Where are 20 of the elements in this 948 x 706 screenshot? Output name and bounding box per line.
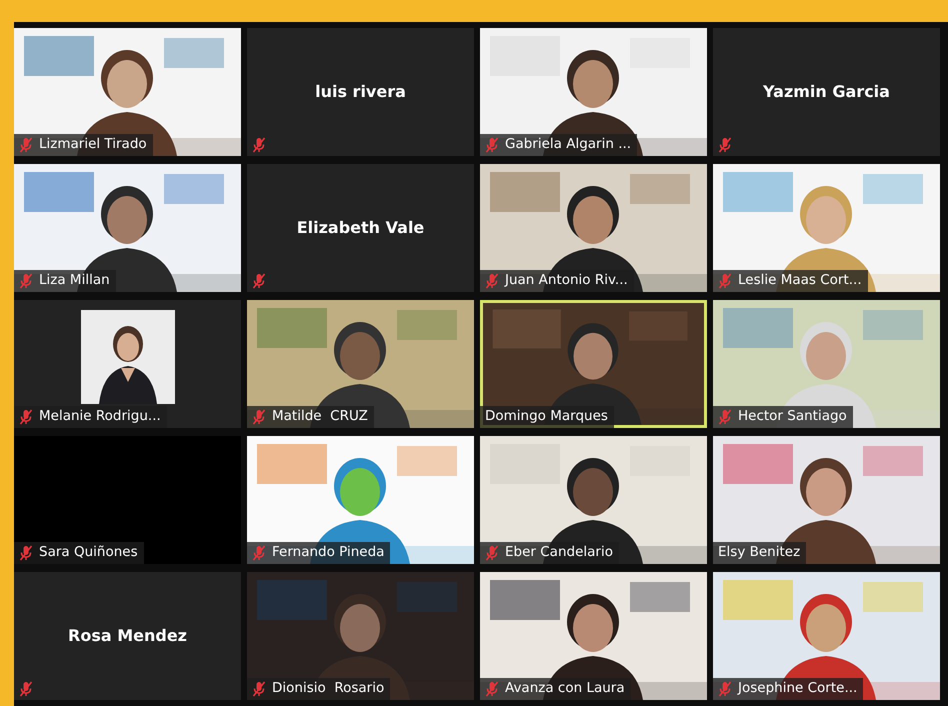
participant-name: luis rivera (315, 82, 406, 100)
participant-name: Elizabeth Vale (296, 218, 424, 236)
participant-name: Yazmin Garcia (763, 82, 890, 100)
participant-name: Gabriela Algarin ... (505, 136, 632, 153)
participant-name: Melanie Rodrigu... (39, 408, 161, 425)
participant-name: Leslie Maas Cort... (738, 272, 862, 289)
participant-name: Lizmariel Tirado (39, 136, 147, 153)
participant-name: Avanza con Laura (505, 680, 625, 697)
participant-name: Eber Candelario (505, 544, 613, 561)
participant-name: Hector Santiago (738, 408, 847, 425)
participant-name: Josephine Corte... (738, 680, 858, 697)
participant-name: Matilde CRUZ (272, 408, 368, 425)
participant-name: Elsy Benitez (718, 544, 800, 561)
participant-name: Fernando Pineda (272, 544, 384, 561)
participant-name: Domingo Marques (485, 408, 608, 425)
participant-name: Rosa Mendez (68, 626, 187, 644)
participant-name: Dionisio Rosario (272, 680, 384, 697)
participant-name: Sara Quiñones (39, 544, 138, 561)
participant-name: Juan Antonio Riv... (505, 272, 628, 289)
participant-name: Liza Millan (39, 272, 110, 289)
